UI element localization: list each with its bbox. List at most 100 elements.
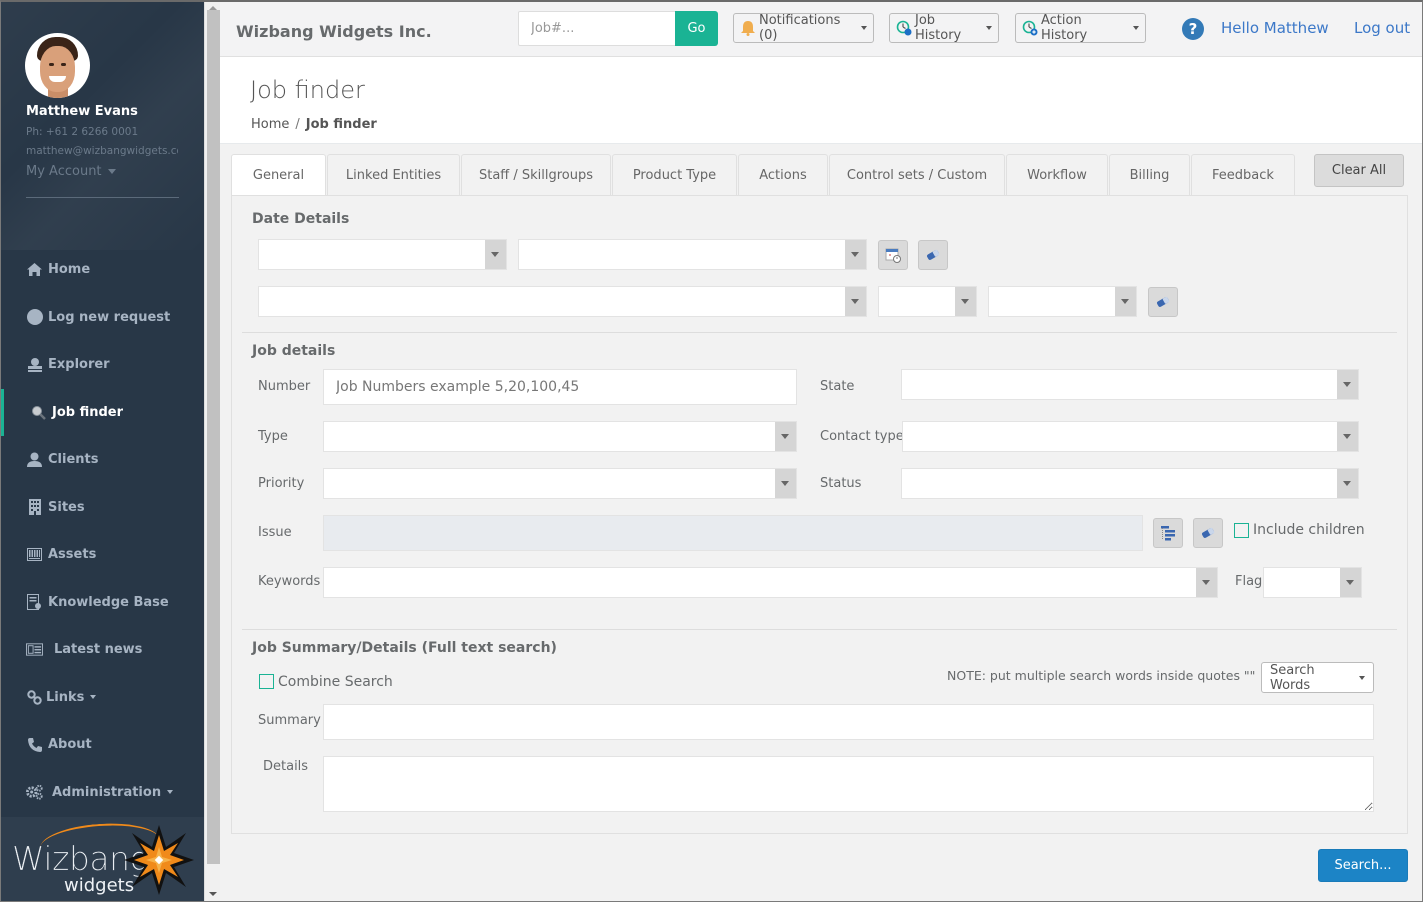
type-select[interactable] xyxy=(323,421,797,452)
search-icon xyxy=(30,404,47,421)
go-button[interactable]: Go xyxy=(675,11,718,46)
scroll-down-arrow-icon[interactable] xyxy=(209,892,217,896)
job-number-search-input[interactable] xyxy=(518,11,676,46)
notifications-dropdown[interactable]: Notifications (0) xyxy=(733,13,874,43)
include-children-label: Include children xyxy=(1253,522,1365,538)
combine-search-label: Combine Search xyxy=(278,674,393,690)
job-details-title: Job details xyxy=(252,343,336,359)
top-navbar: Wizbang Widgets Inc. Go Notifications (0… xyxy=(220,0,1423,57)
include-children-checkbox[interactable] xyxy=(1234,523,1249,538)
date-period-select[interactable] xyxy=(988,286,1137,317)
tab-linked-entities[interactable]: Linked Entities xyxy=(327,154,460,195)
hello-user-link[interactable]: Hello Matthew xyxy=(1221,19,1329,37)
page-scrollbar[interactable] xyxy=(204,0,220,902)
tab-staff-skillgroups[interactable]: Staff / Skillgroups xyxy=(461,154,611,195)
search-words-dropdown[interactable]: Search Words xyxy=(1261,662,1374,693)
breadcrumb: Home / Job finder xyxy=(251,117,377,132)
sidebar-item-sites[interactable]: Sites xyxy=(0,484,204,532)
clear-dates-button[interactable] xyxy=(918,240,948,270)
date-range-select[interactable] xyxy=(518,239,867,270)
summary-input[interactable] xyxy=(323,704,1374,740)
tab-product-type[interactable]: Product Type xyxy=(612,154,737,195)
scrollbar-thumb[interactable] xyxy=(207,10,220,864)
date-field-select[interactable] xyxy=(258,239,507,270)
sidebar-item-explorer[interactable]: Explorer xyxy=(0,341,204,389)
tab-feedback[interactable]: Feedback xyxy=(1191,154,1295,195)
explorer-icon xyxy=(26,356,43,373)
sidebar-item-job-finder[interactable]: Job finder xyxy=(0,388,204,437)
tab-control-sets-custom[interactable]: Control sets / Custom xyxy=(829,154,1005,195)
sidebar-item-label: Administration xyxy=(52,784,162,800)
date-picker-button[interactable] xyxy=(878,240,908,270)
tab-workflow[interactable]: Workflow xyxy=(1006,154,1108,195)
contact-type-select[interactable] xyxy=(902,421,1359,452)
status-select[interactable] xyxy=(901,468,1359,499)
details-textarea[interactable] xyxy=(323,756,1374,812)
knowledge-base-icon xyxy=(26,594,43,611)
dropdown-arrow-icon xyxy=(1337,370,1358,399)
sidebar-item-clients[interactable]: Clients xyxy=(0,436,204,484)
flag-select[interactable] xyxy=(1263,567,1362,598)
caret-down-icon xyxy=(167,790,174,795)
dropdown-arrow-icon xyxy=(775,422,796,451)
sidebar-item-about[interactable]: About xyxy=(0,721,204,769)
flag-label: Flag xyxy=(1235,574,1263,589)
number-label: Number xyxy=(258,379,311,394)
clear-all-button[interactable]: Clear All xyxy=(1314,154,1404,187)
date-unit-select[interactable] xyxy=(878,286,977,317)
help-icon[interactable]: ? xyxy=(1182,18,1204,40)
sidebar-item-knowledge-base[interactable]: Knowledge Base xyxy=(0,579,204,627)
sidebar-item-links[interactable]: Links xyxy=(0,674,204,722)
breadcrumb-home-link[interactable]: Home xyxy=(251,117,289,132)
tab-billing[interactable]: Billing xyxy=(1109,154,1190,195)
date-details-title: Date Details xyxy=(252,211,350,227)
logout-link[interactable]: Log out xyxy=(1354,19,1410,37)
bell-icon xyxy=(740,20,756,36)
section-divider xyxy=(242,629,1397,630)
dropdown-arrow-icon xyxy=(845,240,866,269)
tab-general[interactable]: General xyxy=(231,154,326,196)
keywords-select[interactable] xyxy=(323,567,1218,598)
sidebar-item-assets[interactable]: Assets xyxy=(0,531,204,579)
priority-select[interactable] xyxy=(323,468,797,499)
my-account-dropdown[interactable]: My Account xyxy=(26,164,116,179)
state-select[interactable] xyxy=(901,369,1359,400)
sidebar-nav: Home Log new request Explorer Job finder… xyxy=(0,246,204,816)
keywords-label: Keywords xyxy=(258,574,321,589)
link-icon xyxy=(26,689,43,706)
assets-icon xyxy=(26,546,43,563)
sidebar: Matthew Evans Ph: +61 2 6266 0001 matthe… xyxy=(0,0,204,902)
action-history-label: Action History xyxy=(1041,13,1088,43)
issue-label: Issue xyxy=(258,525,292,540)
dropdown-arrow-icon xyxy=(1340,568,1361,597)
job-history-dropdown[interactable]: Job History xyxy=(889,13,999,43)
clear-issue-button[interactable] xyxy=(1193,518,1223,548)
home-icon xyxy=(26,261,43,278)
page-title: Job finder xyxy=(250,76,365,104)
building-icon xyxy=(26,499,43,516)
sidebar-item-home[interactable]: Home xyxy=(0,246,204,294)
sidebar-item-label: About xyxy=(48,737,92,753)
calendar-clock-icon xyxy=(885,248,901,263)
type-label: Type xyxy=(258,429,288,444)
sidebar-item-administration[interactable]: Administration xyxy=(0,769,204,817)
avatar[interactable] xyxy=(25,33,90,98)
tab-actions[interactable]: Actions xyxy=(738,154,828,195)
divider xyxy=(26,197,179,198)
action-history-dropdown[interactable]: Action History xyxy=(1015,13,1146,43)
phone-icon xyxy=(26,736,43,753)
search-button[interactable]: Search... xyxy=(1318,849,1408,882)
job-history-icon xyxy=(896,20,912,36)
dropdown-arrow-icon xyxy=(845,287,866,316)
sidebar-item-label: Clients xyxy=(48,452,99,468)
caret-down-icon xyxy=(861,26,867,30)
sidebar-item-log-new-request[interactable]: Log new request xyxy=(0,294,204,342)
clear-date-period-button[interactable] xyxy=(1148,287,1178,317)
issue-tree-button[interactable] xyxy=(1153,518,1183,548)
date-type-select[interactable] xyxy=(258,286,867,317)
sidebar-item-latest-news[interactable]: Latest news xyxy=(0,626,204,674)
combine-search-checkbox[interactable] xyxy=(259,674,274,689)
full-text-search-title: Job Summary/Details (Full text search) xyxy=(252,640,557,656)
job-number-input[interactable] xyxy=(323,369,797,405)
caret-down-icon xyxy=(107,169,116,174)
